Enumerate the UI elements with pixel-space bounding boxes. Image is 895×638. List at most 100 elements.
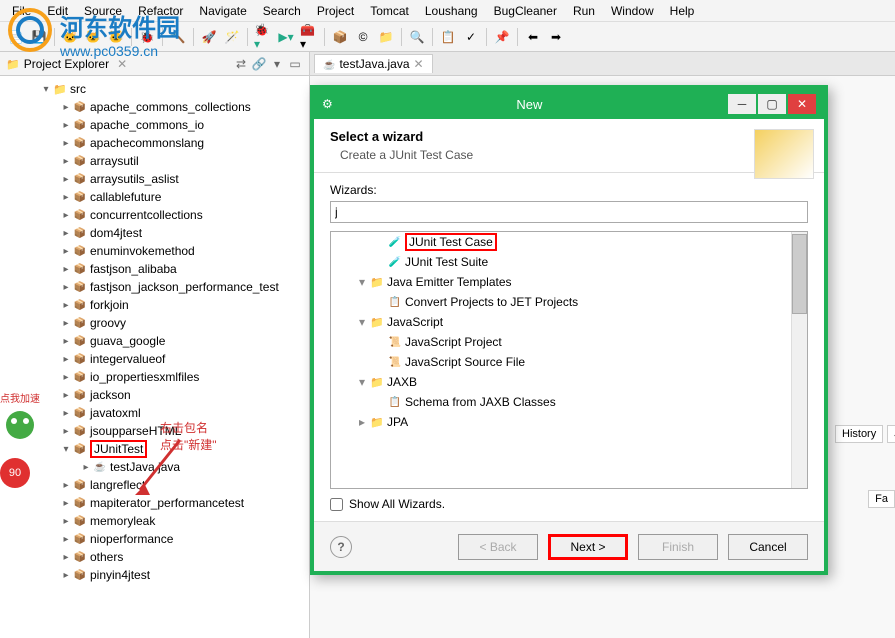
tree-package-arraysutil[interactable]: ▸arraysutil [0,152,309,170]
tree-package-JUnitTest[interactable]: ▾JUnitTest [0,440,309,458]
view-menu-icon[interactable]: ▾ [269,56,285,72]
tree-package-apachecommonslang[interactable]: ▸apachecommonslang [0,134,309,152]
tree-package-nioperformance[interactable]: ▸nioperformance [0,530,309,548]
history-tab[interactable]: History [835,425,883,443]
tree-package-callablefuture[interactable]: ▸callablefuture [0,188,309,206]
wizard-item-junit-test-suite[interactable]: JUnit Test Suite [331,252,807,272]
wizard-item-jaxb[interactable]: ▾JAXB [331,372,807,392]
maximize-button[interactable]: ▢ [758,94,786,114]
tree-package-javatoxml[interactable]: ▸javatoxml [0,404,309,422]
tomcat-start-icon[interactable]: 🐱 [60,27,80,47]
cancel-button[interactable]: Cancel [728,534,808,560]
tree-java-file[interactable]: ▸testJava.java [0,458,309,476]
tree-package-mapiterator_performancetest[interactable]: ▸mapiterator_performancetest [0,494,309,512]
tomcat-restart-icon[interactable]: 🐱 [106,27,126,47]
wizard-item-jpa[interactable]: ▸JPA [331,412,807,432]
tree-package-pinyin4jtest[interactable]: ▸pinyin4jtest [0,566,309,584]
show-all-wizards-checkbox[interactable]: Show All Wizards. [330,497,808,511]
menu-source[interactable]: Source [76,2,130,20]
tree-package-concurrentcollections[interactable]: ▸concurrentcollections [0,206,309,224]
menu-edit[interactable]: Edit [39,2,76,20]
new-icon[interactable]: 📄 [6,27,26,47]
menu-file[interactable]: File [4,2,39,20]
close-view-icon[interactable]: ✕ [117,57,127,71]
forward-icon[interactable]: ➡ [546,27,566,47]
wizard-filter-input[interactable] [330,201,808,223]
pin-icon[interactable]: 📌 [492,27,512,47]
separator [162,28,163,46]
ju-tab[interactable]: JU [887,425,895,443]
new-package-icon[interactable]: 📦 [330,27,350,47]
minimize-button[interactable]: ─ [728,94,756,114]
close-button[interactable]: ✕ [788,94,816,114]
link-editor-icon[interactable]: 🔗 [251,56,267,72]
separator [517,28,518,46]
project-tree[interactable]: ▾src▸apache_commons_collections▸apache_c… [0,76,309,638]
debug-icon[interactable]: 🐞 [137,27,157,47]
tree-package-memoryleak[interactable]: ▸memoryleak [0,512,309,530]
outline-icon[interactable]: 📋 [438,27,458,47]
tree-package-forkjoin[interactable]: ▸forkjoin [0,296,309,314]
run-icon[interactable]: ▶▾ [276,27,296,47]
wizard-item-schema-from-jaxb-classes[interactable]: Schema from JAXB Classes [331,392,807,412]
tree-package-arraysutils_aslist[interactable]: ▸arraysutils_aslist [0,170,309,188]
tree-package-apache_commons_collections[interactable]: ▸apache_commons_collections [0,98,309,116]
tree-package-io_propertiesxmlfiles[interactable]: ▸io_propertiesxmlfiles [0,368,309,386]
menu-navigate[interactable]: Navigate [191,2,254,20]
ext-tools-icon[interactable]: 🧰▾ [299,27,319,47]
tree-src-folder[interactable]: ▾src [0,80,309,98]
tree-package-guava_google[interactable]: ▸guava_google [0,332,309,350]
tree-package-dom4jtest[interactable]: ▸dom4jtest [0,224,309,242]
scrollbar-thumb[interactable] [792,234,807,314]
new-class-icon[interactable]: © [353,27,373,47]
save-icon[interactable]: 💾 [29,27,49,47]
editor-tab[interactable]: testJava.java ✕ [314,54,433,73]
collapse-all-icon[interactable]: ⇄ [233,56,249,72]
tree-package-fastjson_jackson_performance_test[interactable]: ▸fastjson_jackson_performance_test [0,278,309,296]
menu-help[interactable]: Help [662,2,703,20]
close-tab-icon[interactable]: ✕ [414,57,424,71]
tree-package-jsoupparseHTML[interactable]: ▸jsoupparseHTML [0,422,309,440]
tomcat-stop-icon[interactable]: 🐱 [83,27,103,47]
show-all-checkbox-input[interactable] [330,498,343,511]
menu-tomcat[interactable]: Tomcat [362,2,417,20]
menu-loushang[interactable]: Loushang [417,2,486,20]
search-icon[interactable]: 🔍 [407,27,427,47]
menu-run[interactable]: Run [565,2,603,20]
debug-run-icon[interactable]: 🐞▾ [253,27,273,47]
back-icon[interactable]: ⬅ [523,27,543,47]
next-button[interactable]: Next > [548,534,628,560]
wizard-item-javascript-source-file[interactable]: JavaScript Source File [331,352,807,372]
dialog-titlebar[interactable]: New ─ ▢ ✕ [314,89,824,119]
build-icon[interactable]: 🔨 [168,27,188,47]
tree-package-groovy[interactable]: ▸groovy [0,314,309,332]
task-icon[interactable]: ✓ [461,27,481,47]
wand-icon[interactable]: 🪄 [222,27,242,47]
tree-package-others[interactable]: ▸others [0,548,309,566]
rocket-icon[interactable]: 🚀 [199,27,219,47]
tree-package-enuminvokemethod[interactable]: ▸enuminvokemethod [0,242,309,260]
help-icon[interactable]: ? [330,536,352,558]
menu-search[interactable]: Search [255,2,309,20]
wizard-item-javascript-project[interactable]: JavaScript Project [331,332,807,352]
tree-package-jackson[interactable]: ▸jackson [0,386,309,404]
tree-package-apache_commons_io[interactable]: ▸apache_commons_io [0,116,309,134]
wizard-item-javascript[interactable]: ▾JavaScript [331,312,807,332]
new-folder-icon[interactable]: 📁 [376,27,396,47]
editor-tabs: testJava.java ✕ [310,52,895,76]
wizard-item-junit-test-case[interactable]: JUnit Test Case [331,232,807,252]
menu-window[interactable]: Window [603,2,662,20]
wizard-item-convert-projects-to-jet-projects[interactable]: Convert Projects to JET Projects [331,292,807,312]
tree-package-integervalueof[interactable]: ▸integervalueof [0,350,309,368]
menu-refactor[interactable]: Refactor [130,2,191,20]
tree-package-fastjson_alibaba[interactable]: ▸fastjson_alibaba [0,260,309,278]
wizard-tree[interactable]: JUnit Test CaseJUnit Test Suite▾Java Emi… [330,231,808,489]
scrollbar[interactable] [791,232,807,488]
wizard-item-java-emitter-templates[interactable]: ▾Java Emitter Templates [331,272,807,292]
fa-tab[interactable]: Fa [868,490,895,508]
minimize-icon[interactable]: ▭ [287,56,303,72]
dialog-header-title: Select a wizard [330,129,808,144]
menu-project[interactable]: Project [309,2,362,20]
tree-package-langreflect[interactable]: ▸langreflect [0,476,309,494]
menu-bugcleaner[interactable]: BugCleaner [486,2,565,20]
